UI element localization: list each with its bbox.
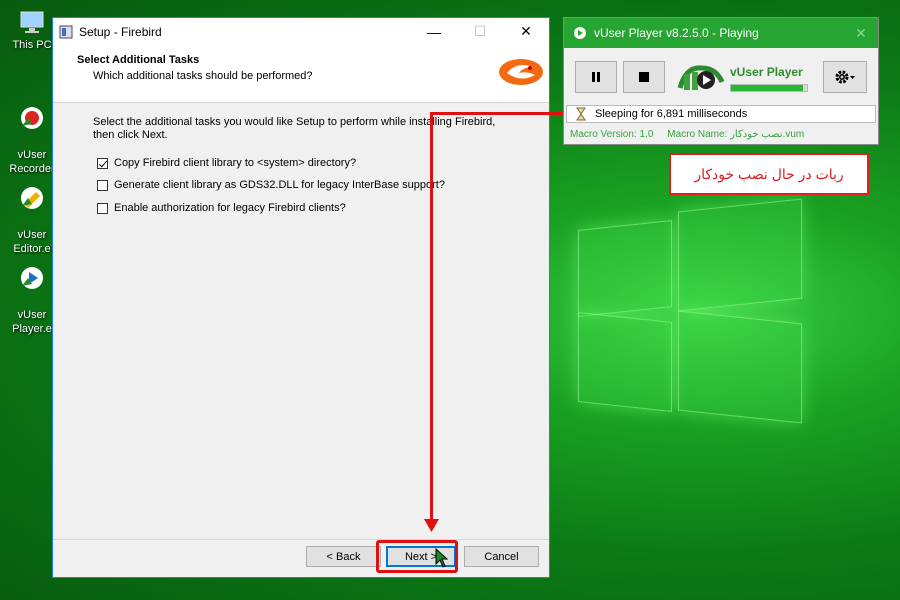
vuser-player-window: vUser Player v8.2.5.0 - Playing ✕ vUser …: [563, 17, 879, 145]
vuser-recorder-icon: [21, 107, 43, 129]
maximize-button: ☐: [473, 23, 487, 39]
close-button[interactable]: ✕: [503, 18, 549, 45]
player-titlebar[interactable]: vUser Player v8.2.5.0 - Playing ✕: [564, 18, 878, 48]
status-text: Sleeping for 6,891 milliseconds: [595, 108, 748, 120]
gear-icon: [835, 70, 855, 84]
hourglass-icon: [576, 107, 586, 121]
task-label: Copy Firebird client library to <system>…: [114, 157, 357, 169]
task-label: Generate client library as GDS32.DLL for…: [114, 179, 445, 191]
stop-icon: [639, 72, 649, 82]
setup-titlebar[interactable]: Setup - Firebird — ☐ ✕: [53, 18, 549, 45]
pause-icon: [592, 72, 600, 82]
macro-version-value: 1.0: [639, 129, 654, 140]
macro-meta: Macro Version: 1.0 Macro Name: نصب خودکا…: [570, 129, 804, 140]
mouse-cursor-icon: [435, 548, 449, 568]
checkbox-unchecked[interactable]: [97, 179, 108, 191]
footer-divider: [53, 539, 549, 540]
desktop-icon-label: This PC: [12, 39, 52, 51]
macro-name-value: نصب خودکار.vum: [730, 129, 805, 140]
wizard-header: Select Additional Tasks Which additional…: [53, 45, 549, 103]
status-bar: Sleeping for 6,891 milliseconds: [566, 105, 876, 123]
player-window-title: vUser Player v8.2.5.0 - Playing: [594, 26, 759, 40]
task-checkbox-legacy-auth[interactable]: Enable authorization for legacy Firebird…: [97, 202, 346, 214]
settings-button[interactable]: [823, 61, 867, 93]
arrow-head-icon: [424, 519, 439, 532]
pause-button[interactable]: [575, 61, 617, 93]
page-title: Select Additional Tasks: [77, 54, 200, 66]
stop-button[interactable]: [623, 61, 665, 93]
checkbox-checked[interactable]: [97, 157, 108, 169]
task-checkbox-copy-client[interactable]: Copy Firebird client library to <system>…: [97, 157, 356, 169]
back-button[interactable]: < Back: [306, 546, 381, 567]
player-close-button[interactable]: ✕: [844, 25, 878, 42]
checkbox-unchecked[interactable]: [97, 202, 108, 214]
minimize-button[interactable]: —: [411, 18, 457, 45]
task-checkbox-gds32[interactable]: Generate client library as GDS32.DLL for…: [97, 179, 445, 191]
vuser-robot-logo-icon: [677, 65, 725, 90]
macro-name-label: Macro Name:: [667, 129, 728, 140]
task-label: Enable authorization for legacy Firebird…: [114, 202, 346, 214]
vuser-editor-icon: [21, 187, 43, 209]
playback-progress-bar: [730, 84, 808, 92]
annotation-arrow-vertical: [430, 112, 433, 522]
desktop-icon-label: vUser Player.e: [12, 309, 52, 335]
cancel-button[interactable]: Cancel: [464, 546, 539, 567]
vuser-player-icon: [21, 267, 43, 289]
macro-version-label: Macro Version:: [570, 129, 637, 140]
windows-logo: [578, 198, 803, 424]
setup-window-title: Setup - Firebird: [79, 24, 162, 39]
annotation-arrow-horizontal: [430, 112, 563, 115]
callout-text: ربات در حال نصب خودکار: [694, 165, 844, 182]
intro-text: Select the additional tasks you would li…: [93, 116, 496, 141]
player-brand: vUser Player: [730, 65, 803, 79]
annotation-callout: ربات در حال نصب خودکار: [669, 153, 869, 195]
page-subtitle: Which additional tasks should be perform…: [93, 70, 313, 82]
firebird-logo-icon: [499, 59, 543, 85]
setup-app-icon: [59, 25, 73, 38]
setup-window: Setup - Firebird — ☐ ✕ Select Additional…: [52, 17, 550, 578]
play-icon: [574, 27, 586, 39]
computer-icon: [20, 11, 44, 33]
